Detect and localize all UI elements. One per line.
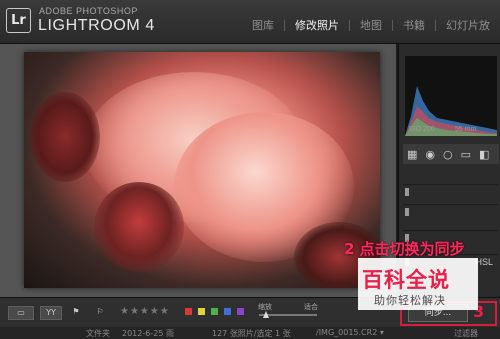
- reject-flag-icon[interactable]: ⚐: [94, 306, 106, 320]
- panel-toggle-icon[interactable]: [405, 188, 409, 196]
- module-map[interactable]: 地图: [350, 17, 392, 33]
- brand-title: LIGHTROOM 4: [38, 17, 155, 34]
- brand-subtitle: ADOBE PHOTOSHOP: [39, 6, 138, 16]
- bud-shape: [94, 182, 184, 272]
- fit-label: 适合: [304, 303, 318, 311]
- spot-removal-icon[interactable]: ◉: [425, 148, 435, 161]
- adjustment-brush-icon[interactable]: ◧: [479, 148, 489, 161]
- lightroom-logo-icon: Lr: [6, 8, 31, 33]
- star-rating[interactable]: ★★★★★: [120, 306, 170, 317]
- color-label-green[interactable]: [211, 308, 218, 315]
- filmstrip-count: 127 张照片/选定 1 张: [212, 329, 291, 338]
- module-slideshow[interactable]: 幻灯片放: [436, 17, 500, 33]
- panel-section[interactable]: [403, 204, 499, 221]
- crop-tool-icon[interactable]: ▦: [407, 148, 417, 161]
- focal-readout: 55 mm: [455, 126, 477, 133]
- panel-section[interactable]: [403, 184, 499, 201]
- color-label-yellow[interactable]: [198, 308, 205, 315]
- annotation-step-2: 2 点击切换为同步: [344, 240, 465, 258]
- filmstrip-source-label[interactable]: 文件夹: [86, 328, 110, 339]
- module-book[interactable]: 书籍: [393, 17, 435, 33]
- flag-icon[interactable]: ⚑: [70, 306, 82, 320]
- panel-toggle-icon[interactable]: [405, 208, 409, 216]
- color-label-red[interactable]: [185, 308, 192, 315]
- image-stage: [0, 44, 396, 297]
- baike-watermark: 百科全说 助你轻松解决: [358, 258, 488, 314]
- filmstrip-filename: /IMG_0015.CR2 ▾: [316, 328, 384, 337]
- filmstrip-folder: 2012-6-25 雨: [122, 329, 174, 338]
- zoom-label: 缩放: [258, 303, 272, 311]
- develop-tool-strip: ▦ ◉ ○ ▭ ◧: [403, 144, 499, 164]
- bud-shape: [30, 92, 100, 182]
- histogram: ISO 200 55 mm: [405, 56, 497, 136]
- watermark-subtitle: 助你轻松解决: [374, 294, 446, 307]
- view-mode-icon[interactable]: ▭: [8, 306, 34, 320]
- module-picker: 图库 修改照片 地图 书籍 幻灯片放: [242, 17, 500, 33]
- filmstrip-bar: 文件夹 2012-6-25 雨 127 张照片/选定 1 张 /IMG_0015…: [0, 327, 500, 339]
- filmstrip-filter[interactable]: 过滤器: [454, 328, 478, 339]
- module-library[interactable]: 图库: [242, 17, 284, 33]
- watermark-title: 百科全说: [362, 268, 450, 292]
- top-bar: Lr ADOBE PHOTOSHOP LIGHTROOM 4 图库 修改照片 地…: [0, 0, 500, 44]
- module-develop[interactable]: 修改照片: [285, 17, 349, 33]
- color-label-blue[interactable]: [224, 308, 231, 315]
- graduated-filter-icon[interactable]: ▭: [461, 148, 471, 161]
- iso-readout: ISO 200: [409, 126, 435, 133]
- red-eye-icon[interactable]: ○: [443, 148, 453, 161]
- histogram-graph: [405, 86, 497, 136]
- compare-mode-icon[interactable]: YY: [40, 306, 62, 320]
- rose-photo[interactable]: [24, 52, 380, 288]
- color-label-purple[interactable]: [237, 308, 244, 315]
